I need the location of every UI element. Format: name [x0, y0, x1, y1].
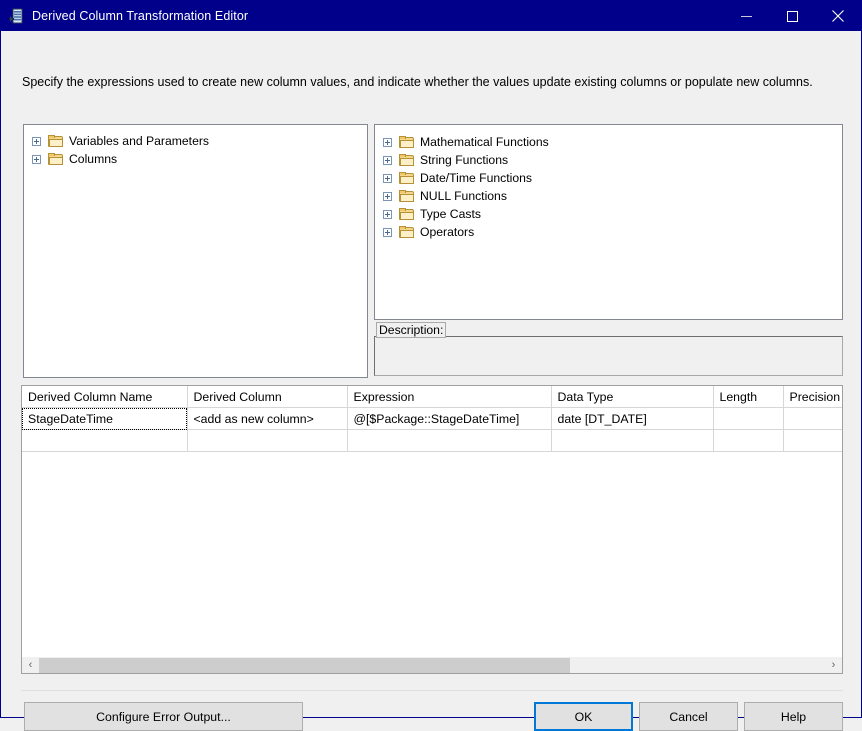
- tree-item-label: String Functions: [420, 153, 508, 167]
- expand-plus-icon[interactable]: [383, 174, 392, 183]
- cell-length[interactable]: [713, 430, 783, 452]
- dialog-body: Specify the expressions used to create n…: [1, 31, 861, 717]
- scroll-left-arrow-icon[interactable]: ‹: [22, 658, 39, 673]
- cell-precision[interactable]: [783, 408, 842, 430]
- tree-item-date-time-functions[interactable]: Date/Time Functions: [375, 169, 842, 187]
- cell-data-type[interactable]: date [DT_DATE]: [551, 408, 713, 430]
- window-title: Derived Column Transformation Editor: [32, 9, 248, 23]
- cell-data-type[interactable]: [551, 430, 713, 452]
- grid-empty-area: [22, 452, 842, 673]
- folder-icon: [399, 208, 415, 221]
- derived-column-icon: [9, 8, 25, 24]
- window-controls: [723, 1, 861, 31]
- cell-derived-column-name[interactable]: [22, 430, 187, 452]
- description-box: [374, 336, 843, 376]
- close-icon[interactable]: [815, 1, 861, 31]
- folder-icon: [399, 136, 415, 149]
- ok-button[interactable]: OK: [534, 702, 633, 731]
- instruction-text: Specify the expressions used to create n…: [22, 75, 813, 89]
- folder-icon: [48, 153, 64, 166]
- grid-horizontal-scrollbar[interactable]: ‹ ›: [21, 657, 843, 674]
- expand-plus-icon[interactable]: [32, 137, 41, 146]
- column-header-expression[interactable]: Expression: [347, 386, 551, 408]
- help-button[interactable]: Help: [744, 702, 843, 731]
- cell-precision[interactable]: [783, 430, 842, 452]
- minimize-icon[interactable]: [723, 1, 769, 31]
- column-header-length[interactable]: Length: [713, 386, 783, 408]
- configure-error-output-button[interactable]: Configure Error Output...: [24, 702, 303, 731]
- cancel-button[interactable]: Cancel: [639, 702, 738, 731]
- column-header-derived-column-name[interactable]: Derived Column Name: [22, 386, 187, 408]
- variables-columns-tree[interactable]: Variables and Parameters Columns: [23, 124, 368, 378]
- footer-separator: [21, 690, 843, 691]
- tree-item-string-functions[interactable]: String Functions: [375, 151, 842, 169]
- derived-columns-grid[interactable]: Derived Column Name Derived Column Expre…: [21, 385, 843, 674]
- tree-item-columns[interactable]: Columns: [24, 150, 367, 168]
- folder-icon: [399, 190, 415, 203]
- tree-item-label: NULL Functions: [420, 189, 507, 203]
- expand-plus-icon[interactable]: [383, 210, 392, 219]
- tree-item-label: Type Casts: [420, 207, 481, 221]
- cell-length[interactable]: [713, 408, 783, 430]
- column-header-precision[interactable]: Precision: [783, 386, 842, 408]
- cell-derived-column[interactable]: <add as new column>: [187, 408, 347, 430]
- title-bar: Derived Column Transformation Editor: [1, 1, 861, 31]
- scroll-right-arrow-icon[interactable]: ›: [825, 658, 842, 673]
- tree-item-operators[interactable]: Operators: [375, 223, 842, 241]
- cell-derived-column[interactable]: [187, 430, 347, 452]
- cell-expression[interactable]: @[$Package::StageDateTime]: [347, 408, 551, 430]
- expand-plus-icon[interactable]: [383, 156, 392, 165]
- tree-item-label: Operators: [420, 225, 474, 239]
- dialog-window: Derived Column Transformation Editor Spe…: [0, 0, 862, 718]
- cell-derived-column-name[interactable]: StageDateTime: [22, 408, 187, 430]
- folder-icon: [399, 226, 415, 239]
- expand-plus-icon[interactable]: [383, 192, 392, 201]
- tree-item-label: Variables and Parameters: [69, 134, 209, 148]
- folder-icon: [399, 154, 415, 167]
- expand-plus-icon[interactable]: [32, 155, 41, 164]
- column-header-derived-column[interactable]: Derived Column: [187, 386, 347, 408]
- tree-item-label: Date/Time Functions: [420, 171, 532, 185]
- scrollbar-thumb[interactable]: [39, 658, 570, 673]
- functions-tree[interactable]: Mathematical Functions String Functions …: [374, 124, 843, 320]
- grid-header-row: Derived Column Name Derived Column Expre…: [22, 386, 842, 408]
- grid-table: Derived Column Name Derived Column Expre…: [22, 386, 843, 452]
- maximize-icon[interactable]: [769, 1, 815, 31]
- table-row[interactable]: [22, 430, 842, 452]
- folder-icon: [48, 135, 64, 148]
- tree-item-mathematical-functions[interactable]: Mathematical Functions: [375, 133, 842, 151]
- tree-item-label: Mathematical Functions: [420, 135, 549, 149]
- expand-plus-icon[interactable]: [383, 228, 392, 237]
- tree-item-type-casts[interactable]: Type Casts: [375, 205, 842, 223]
- expand-plus-icon[interactable]: [383, 138, 392, 147]
- tree-item-variables-and-parameters[interactable]: Variables and Parameters: [24, 132, 367, 150]
- table-row[interactable]: StageDateTime <add as new column> @[$Pac…: [22, 408, 842, 430]
- tree-item-label: Columns: [69, 152, 117, 166]
- scrollbar-track[interactable]: [39, 658, 825, 673]
- description-label: Description:: [376, 322, 446, 338]
- folder-icon: [399, 172, 415, 185]
- tree-item-null-functions[interactable]: NULL Functions: [375, 187, 842, 205]
- cell-expression[interactable]: [347, 430, 551, 452]
- column-header-data-type[interactable]: Data Type: [551, 386, 713, 408]
